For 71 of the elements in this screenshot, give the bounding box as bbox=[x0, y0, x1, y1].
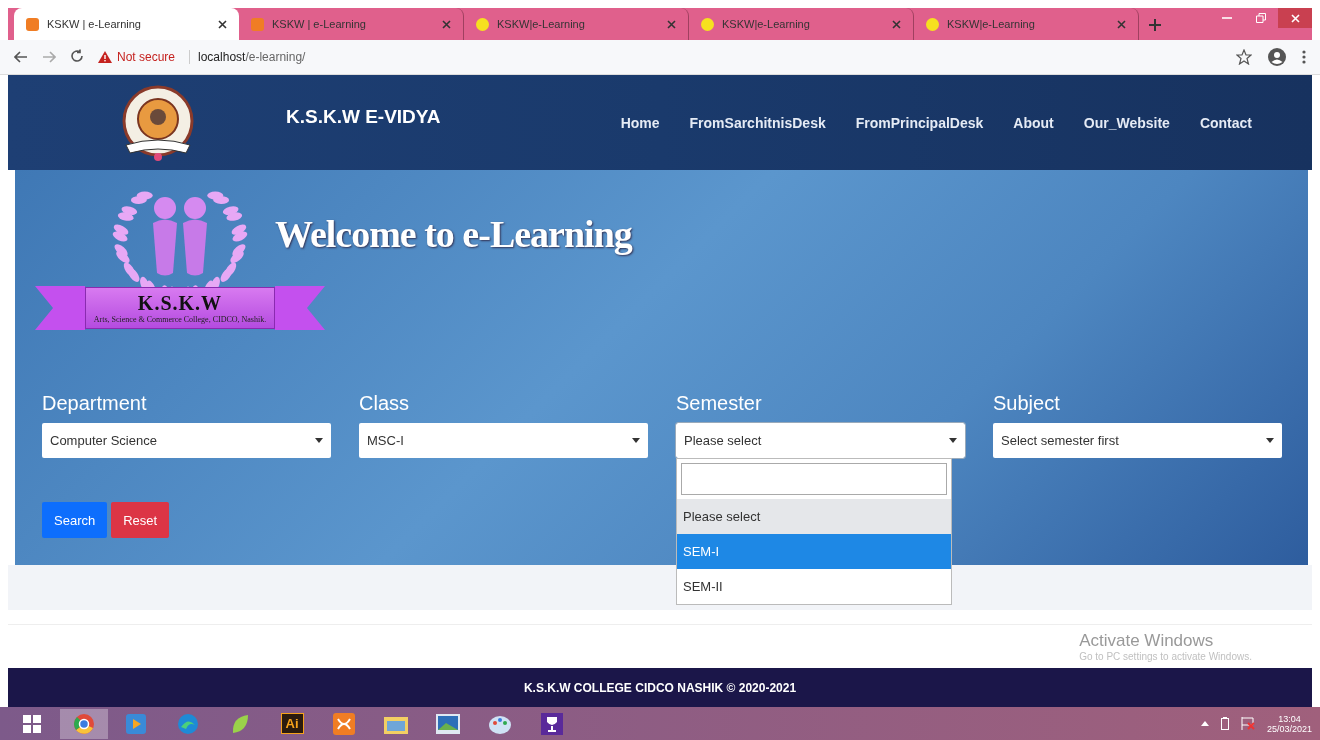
account-icon[interactable] bbox=[1268, 48, 1286, 66]
caret-icon bbox=[1266, 438, 1274, 443]
tab-title: KSKW|e-Learning bbox=[947, 18, 1036, 30]
select-field[interactable]: Select semester first bbox=[993, 423, 1282, 458]
picture-icon bbox=[436, 713, 460, 734]
nav-link[interactable]: FromPrincipalDesk bbox=[855, 114, 984, 131]
menu-icon[interactable] bbox=[1302, 50, 1306, 64]
favicon-icon bbox=[251, 17, 264, 31]
security-warning[interactable]: Not secure bbox=[98, 50, 176, 64]
xampp-icon bbox=[333, 712, 355, 735]
taskbar-clock[interactable]: 13:04 25/03/2021 bbox=[1266, 713, 1312, 734]
minimize-icon[interactable] bbox=[1222, 16, 1232, 20]
caret-icon bbox=[315, 438, 323, 443]
plus-icon[interactable] bbox=[1149, 19, 1161, 31]
college-subtitle: Arts, Science & Commerce College, CIDCO, Nashik. bbox=[93, 315, 267, 324]
select-field[interactable]: Computer Science bbox=[42, 423, 331, 458]
activation-hint: Go to PC settings to activate Windows. bbox=[1079, 651, 1252, 662]
reload-icon[interactable] bbox=[70, 48, 84, 63]
field-label: Subject bbox=[993, 392, 1061, 415]
star-icon[interactable] bbox=[1236, 49, 1252, 65]
battery-icon[interactable] bbox=[1220, 717, 1229, 730]
nav-link[interactable]: Contact bbox=[1199, 114, 1252, 131]
forward-arrow-icon[interactable] bbox=[42, 50, 56, 63]
footer-text: K.S.K.W COLLEGE CIDCO NASHIK © 2020-2021 bbox=[523, 680, 797, 695]
search-button[interactable]: Search bbox=[42, 502, 108, 538]
dropdown-search-field[interactable] bbox=[681, 463, 947, 495]
ribbon-tail-icon bbox=[34, 286, 85, 330]
favicon-icon bbox=[26, 17, 39, 31]
flag-icon[interactable] bbox=[1240, 717, 1255, 730]
back-arrow-icon[interactable] bbox=[14, 50, 28, 63]
reset-button[interactable]: Reset bbox=[111, 502, 170, 538]
taskbar-app[interactable] bbox=[60, 708, 108, 739]
field-label: Department bbox=[42, 392, 148, 415]
tab-title: KSKW|e-Learning bbox=[497, 18, 586, 30]
close-icon[interactable] bbox=[218, 19, 227, 29]
nav-link[interactable]: About bbox=[1013, 114, 1054, 131]
nav-link[interactable]: Our_Website bbox=[1083, 114, 1170, 131]
caret-icon bbox=[949, 438, 957, 443]
tab-title: KSKW|e-Learning bbox=[722, 18, 811, 30]
field-label: Semester bbox=[676, 392, 763, 415]
nav-link[interactable]: Home bbox=[620, 114, 660, 131]
activation-title: Activate Windows bbox=[1079, 631, 1215, 651]
field-label: Class bbox=[359, 392, 410, 415]
nav-link[interactable]: FromSarchitnisDesk bbox=[689, 114, 826, 131]
leaf-icon bbox=[230, 712, 250, 735]
dot-icon bbox=[701, 17, 714, 31]
browser-tab[interactable]: KSKW | e-Learning bbox=[14, 8, 239, 40]
play-icon bbox=[126, 713, 146, 734]
dropdown-option[interactable]: Please select bbox=[677, 499, 951, 534]
tab-title: KSKW | e-Learning bbox=[272, 18, 367, 30]
select-field[interactable]: Please select bbox=[676, 423, 965, 458]
app-letters: Ai bbox=[280, 713, 304, 734]
restore-icon[interactable] bbox=[1256, 13, 1266, 23]
up-caret-icon[interactable] bbox=[1200, 721, 1209, 726]
trophy-icon bbox=[541, 712, 563, 735]
caret-icon bbox=[632, 438, 640, 443]
tab-title: KSKW | e-Learning bbox=[47, 18, 142, 30]
windows-icon bbox=[23, 714, 41, 733]
warning-icon bbox=[98, 51, 112, 63]
site-brand[interactable]: K.S.K.W E-VIDYA bbox=[286, 105, 441, 128]
taskbar-app[interactable]: Ai bbox=[268, 708, 316, 739]
dot-icon bbox=[926, 17, 939, 31]
college-initials: K.S.K.W bbox=[137, 292, 223, 315]
dropdown-option[interactable]: SEM-I bbox=[677, 534, 951, 569]
ribbon-tail-icon bbox=[275, 286, 326, 330]
wave-icon bbox=[177, 712, 199, 735]
url-text[interactable]: localhost/e-learning/ bbox=[189, 50, 306, 64]
select-field[interactable]: MSC-I bbox=[359, 423, 648, 458]
browser-icon bbox=[73, 712, 95, 735]
dot-icon bbox=[476, 17, 489, 31]
hero-title: Welcome to e-Learning bbox=[275, 212, 632, 256]
